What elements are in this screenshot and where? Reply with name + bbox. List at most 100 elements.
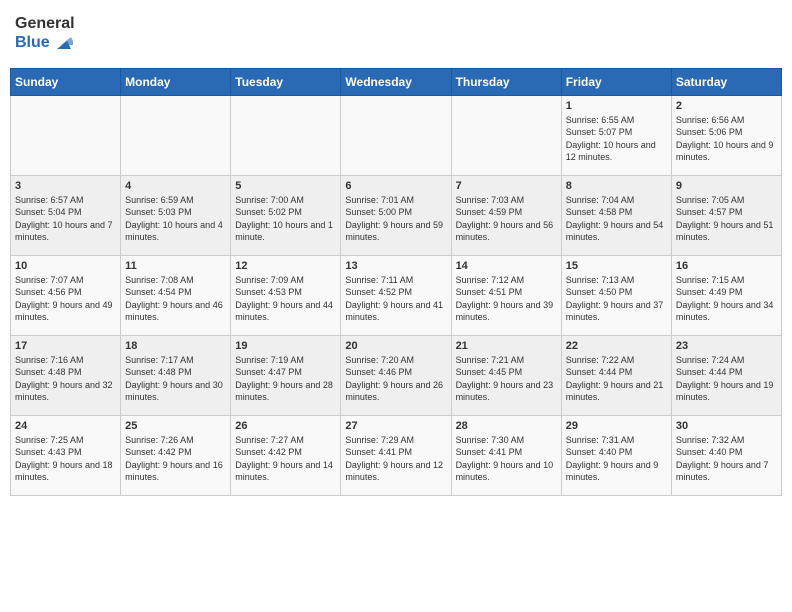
day-number: 20 xyxy=(345,340,446,352)
day-number: 25 xyxy=(125,420,226,432)
day-number: 3 xyxy=(15,180,116,192)
weekday-header: Thursday xyxy=(451,68,561,95)
weekday-header: Tuesday xyxy=(231,68,341,95)
calendar-cell xyxy=(121,95,231,175)
calendar-cell: 5 Sunrise: 7:00 AM Sunset: 5:02 PM Daylig… xyxy=(231,175,341,255)
calendar-cell: 16 Sunrise: 7:15 AM Sunset: 4:49 PM Dayli… xyxy=(671,255,781,335)
day-info: Sunrise: 7:12 AM Sunset: 4:51 PM Dayligh… xyxy=(456,274,557,324)
day-number: 16 xyxy=(676,260,777,272)
calendar-cell: 6Sunrise: 7:01 AM Sunset: 5:00 PM Daylig… xyxy=(341,175,451,255)
calendar-cell xyxy=(341,95,451,175)
day-info: Sunrise: 7:16 AM Sunset: 4:48 PM Dayligh… xyxy=(15,354,116,404)
weekday-header: Sunday xyxy=(11,68,121,95)
calendar-cell: 9 Sunrise: 7:05 AM Sunset: 4:57 PM Daylig… xyxy=(671,175,781,255)
calendar-cell: 18 Sunrise: 7:17 AM Sunset: 4:48 PM Dayli… xyxy=(121,335,231,415)
calendar-cell: 29 Sunrise: 7:31 AM Sunset: 4:40 PM Dayli… xyxy=(561,415,671,495)
day-number: 21 xyxy=(456,340,557,352)
calendar-cell: 10 Sunrise: 7:07 AM Sunset: 4:56 PM Dayli… xyxy=(11,255,121,335)
day-number: 30 xyxy=(676,420,777,432)
calendar-table: SundayMondayTuesdayWednesdayThursdayFrid… xyxy=(10,68,782,496)
day-number: 2 xyxy=(676,100,777,112)
day-info: Sunrise: 7:08 AM Sunset: 4:54 PM Dayligh… xyxy=(125,274,226,324)
day-info: Sunrise: 6:55 AM Sunset: 5:07 PM Dayligh… xyxy=(566,114,667,164)
day-number: 12 xyxy=(235,260,336,272)
logo-general: General xyxy=(15,15,75,33)
calendar-cell xyxy=(451,95,561,175)
calendar-cell xyxy=(11,95,121,175)
day-number: 7 xyxy=(456,180,557,192)
calendar-cell: 21Sunrise: 7:21 AM Sunset: 4:45 PM Dayli… xyxy=(451,335,561,415)
day-number: 17 xyxy=(15,340,116,352)
day-info: Sunrise: 7:01 AM Sunset: 5:00 PM Dayligh… xyxy=(345,194,446,244)
calendar-cell: 22Sunrise: 7:22 AM Sunset: 4:44 PM Dayli… xyxy=(561,335,671,415)
day-info: Sunrise: 6:56 AM Sunset: 5:06 PM Dayligh… xyxy=(676,114,777,164)
calendar-cell: 4 Sunrise: 6:59 AM Sunset: 5:03 PM Daylig… xyxy=(121,175,231,255)
day-number: 11 xyxy=(125,260,226,272)
calendar-cell: 20 Sunrise: 7:20 AM Sunset: 4:46 PM Dayli… xyxy=(341,335,451,415)
calendar-cell: 7 Sunrise: 7:03 AM Sunset: 4:59 PM Daylig… xyxy=(451,175,561,255)
calendar-cell: 30 Sunrise: 7:32 AM Sunset: 4:40 PM Dayli… xyxy=(671,415,781,495)
day-info: Sunrise: 7:25 AM Sunset: 4:43 PM Dayligh… xyxy=(15,434,116,484)
day-info: Sunrise: 7:07 AM Sunset: 4:56 PM Dayligh… xyxy=(15,274,116,324)
calendar-cell: 28Sunrise: 7:30 AM Sunset: 4:41 PM Dayli… xyxy=(451,415,561,495)
day-number: 5 xyxy=(235,180,336,192)
day-info: Sunrise: 7:04 AM Sunset: 4:58 PM Dayligh… xyxy=(566,194,667,244)
calendar-cell xyxy=(231,95,341,175)
calendar-cell: 12 Sunrise: 7:09 AM Sunset: 4:53 PM Dayli… xyxy=(231,255,341,335)
day-number: 4 xyxy=(125,180,226,192)
day-info: Sunrise: 7:17 AM Sunset: 4:48 PM Dayligh… xyxy=(125,354,226,404)
weekday-header: Saturday xyxy=(671,68,781,95)
day-info: Sunrise: 7:29 AM Sunset: 4:41 PM Dayligh… xyxy=(345,434,446,484)
calendar-cell: 14 Sunrise: 7:12 AM Sunset: 4:51 PM Dayli… xyxy=(451,255,561,335)
day-number: 15 xyxy=(566,260,667,272)
day-number: 26 xyxy=(235,420,336,432)
day-info: Sunrise: 7:32 AM Sunset: 4:40 PM Dayligh… xyxy=(676,434,777,484)
day-info: Sunrise: 7:19 AM Sunset: 4:47 PM Dayligh… xyxy=(235,354,336,404)
calendar-cell: 17 Sunrise: 7:16 AM Sunset: 4:48 PM Dayli… xyxy=(11,335,121,415)
day-number: 10 xyxy=(15,260,116,272)
calendar-week-row: 1 Sunrise: 6:55 AM Sunset: 5:07 PM Daylig… xyxy=(11,95,782,175)
day-info: Sunrise: 7:22 AM Sunset: 4:44 PM Dayligh… xyxy=(566,354,667,404)
day-info: Sunrise: 7:20 AM Sunset: 4:46 PM Dayligh… xyxy=(345,354,446,404)
day-info: Sunrise: 6:59 AM Sunset: 5:03 PM Dayligh… xyxy=(125,194,226,244)
day-info: Sunrise: 6:57 AM Sunset: 5:04 PM Dayligh… xyxy=(15,194,116,244)
calendar-cell: 24 Sunrise: 7:25 AM Sunset: 4:43 PM Dayli… xyxy=(11,415,121,495)
day-number: 24 xyxy=(15,420,116,432)
logo-blue: Blue xyxy=(15,33,75,53)
day-info: Sunrise: 7:24 AM Sunset: 4:44 PM Dayligh… xyxy=(676,354,777,404)
day-info: Sunrise: 7:26 AM Sunset: 4:42 PM Dayligh… xyxy=(125,434,226,484)
weekday-header: Monday xyxy=(121,68,231,95)
day-info: Sunrise: 7:30 AM Sunset: 4:41 PM Dayligh… xyxy=(456,434,557,484)
calendar-week-row: 24 Sunrise: 7:25 AM Sunset: 4:43 PM Dayli… xyxy=(11,415,782,495)
logo: General Blue xyxy=(15,15,75,53)
calendar-week-row: 10 Sunrise: 7:07 AM Sunset: 4:56 PM Dayli… xyxy=(11,255,782,335)
day-number: 8 xyxy=(566,180,667,192)
calendar-cell: 8 Sunrise: 7:04 AM Sunset: 4:58 PM Daylig… xyxy=(561,175,671,255)
day-number: 27 xyxy=(345,420,446,432)
day-number: 13 xyxy=(345,260,446,272)
calendar-cell: 2 Sunrise: 6:56 AM Sunset: 5:06 PM Daylig… xyxy=(671,95,781,175)
weekday-header: Friday xyxy=(561,68,671,95)
day-info: Sunrise: 7:00 AM Sunset: 5:02 PM Dayligh… xyxy=(235,194,336,244)
day-number: 29 xyxy=(566,420,667,432)
calendar-cell: 11 Sunrise: 7:08 AM Sunset: 4:54 PM Dayli… xyxy=(121,255,231,335)
day-number: 9 xyxy=(676,180,777,192)
weekday-header: Wednesday xyxy=(341,68,451,95)
day-info: Sunrise: 7:15 AM Sunset: 4:49 PM Dayligh… xyxy=(676,274,777,324)
day-info: Sunrise: 7:03 AM Sunset: 4:59 PM Dayligh… xyxy=(456,194,557,244)
day-number: 1 xyxy=(566,100,667,112)
day-info: Sunrise: 7:05 AM Sunset: 4:57 PM Dayligh… xyxy=(676,194,777,244)
calendar-cell: 19 Sunrise: 7:19 AM Sunset: 4:47 PM Dayli… xyxy=(231,335,341,415)
day-number: 18 xyxy=(125,340,226,352)
day-info: Sunrise: 7:31 AM Sunset: 4:40 PM Dayligh… xyxy=(566,434,667,484)
day-number: 14 xyxy=(456,260,557,272)
day-info: Sunrise: 7:09 AM Sunset: 4:53 PM Dayligh… xyxy=(235,274,336,324)
calendar-cell: 13 Sunrise: 7:11 AM Sunset: 4:52 PM Dayli… xyxy=(341,255,451,335)
day-info: Sunrise: 7:11 AM Sunset: 4:52 PM Dayligh… xyxy=(345,274,446,324)
calendar-week-row: 3 Sunrise: 6:57 AM Sunset: 5:04 PM Daylig… xyxy=(11,175,782,255)
calendar-cell: 25 Sunrise: 7:26 AM Sunset: 4:42 PM Dayli… xyxy=(121,415,231,495)
day-info: Sunrise: 7:27 AM Sunset: 4:42 PM Dayligh… xyxy=(235,434,336,484)
day-number: 19 xyxy=(235,340,336,352)
calendar-cell: 27 Sunrise: 7:29 AM Sunset: 4:41 PM Dayli… xyxy=(341,415,451,495)
calendar-cell: 23Sunrise: 7:24 AM Sunset: 4:44 PM Dayli… xyxy=(671,335,781,415)
